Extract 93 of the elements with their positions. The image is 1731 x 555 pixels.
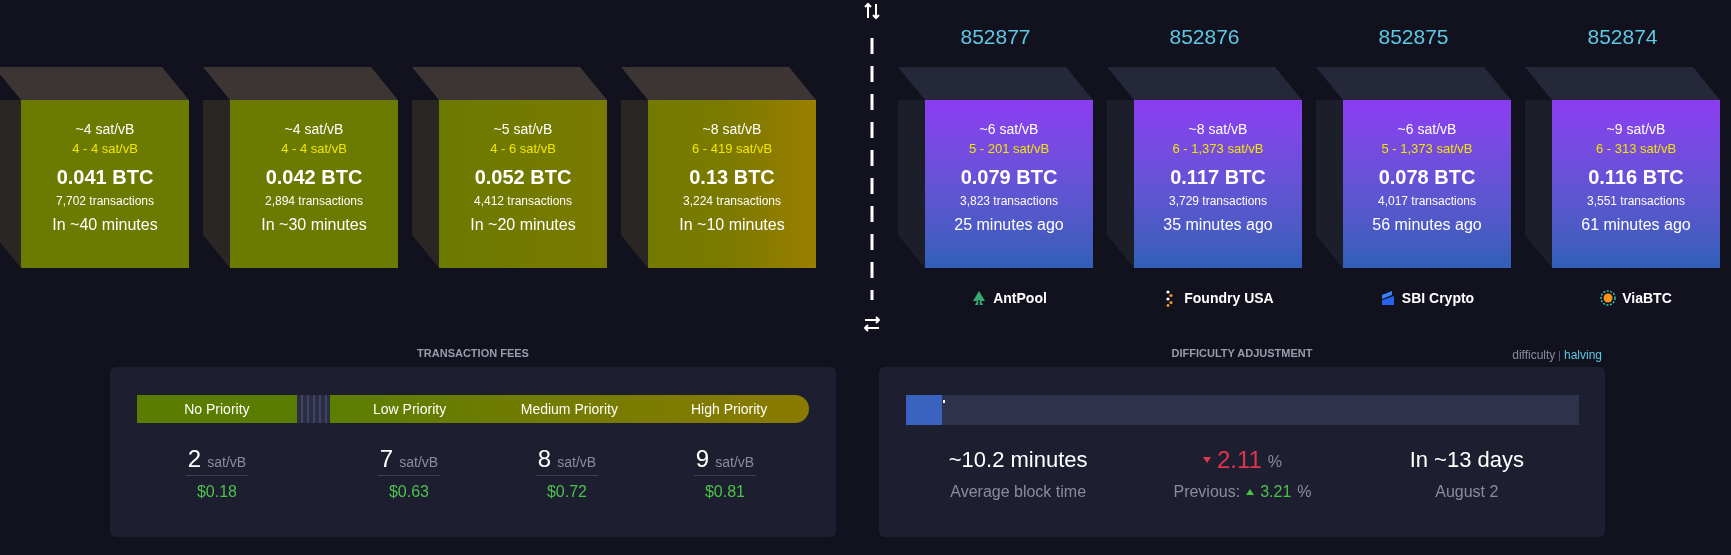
transaction-count: 3,551 transactions	[1586, 193, 1686, 209]
priority-label: Low Priority	[372, 399, 448, 419]
fee-usd: $0.18	[196, 482, 237, 502]
block-total: 0.078 BTC	[1378, 165, 1476, 189]
block-time: 56 minutes ago	[1372, 215, 1482, 235]
block-face[interactable]: ~5 sat/vB 4 - 6 sat/vB 0.052 BTC 4,412 transactions In ~20 minutes	[439, 100, 607, 268]
transaction-count: 3,224 transactions	[682, 193, 782, 209]
striped-gap-drawing	[296, 395, 330, 423]
fee-unit: sat/vB	[715, 453, 755, 472]
fee-range: 5 - 201 sat/vB	[968, 140, 1050, 158]
stat-value: ~10.2 minutes	[948, 446, 1088, 474]
fee-range: 4 - 4 sat/vB	[281, 140, 347, 158]
block-time: In ~10 minutes	[679, 215, 785, 235]
fee-value: 9	[695, 445, 710, 473]
fee-unit: sat/vB	[399, 453, 439, 472]
wing-icon	[1379, 290, 1396, 307]
progress-marker	[943, 400, 946, 403]
transaction-count: 3,729 transactions	[1168, 193, 1268, 209]
transaction-count: 4,017 transactions	[1377, 193, 1477, 209]
block-total: 0.117 BTC	[1170, 165, 1266, 189]
priority-bar-segment: No Priority	[137, 395, 297, 423]
fee-median: ~5 sat/vB	[493, 120, 553, 138]
stat-label: Average block time	[950, 482, 1087, 502]
fee-median: ~4 sat/vB	[284, 120, 344, 138]
fee-median: ~9 sat/vB	[1606, 120, 1666, 138]
fee-range: 4 - 6 sat/vB	[490, 140, 556, 158]
fee-range: 6 - 419 sat/vB	[691, 140, 773, 158]
block-total: 0.116 BTC	[1588, 165, 1684, 189]
transaction-count: 3,823 transactions	[959, 193, 1059, 209]
block-total: 0.042 BTC	[265, 165, 363, 189]
coin-icon	[1600, 290, 1617, 307]
tab-link[interactable]: difficulty	[1512, 346, 1556, 364]
previous-label: Previous:	[1173, 482, 1241, 502]
block-face[interactable]: ~9 sat/vB 6 - 313 sat/vB 0.116 BTC 3,551 transactions 61 minutes ago	[1552, 100, 1720, 268]
fee-median: ~8 sat/vB	[1188, 120, 1248, 138]
fee-value: 8	[537, 445, 552, 473]
priority-label: Medium Priority	[519, 399, 619, 419]
stat-value: In ~13 days	[1409, 446, 1524, 474]
block-height[interactable]: 852875	[1378, 24, 1449, 50]
section-title: DIFFICULTY ADJUSTMENT	[1171, 346, 1313, 362]
block-face[interactable]: ~4 sat/vB 4 - 4 sat/vB 0.042 BTC 2,894 transactions In ~30 minutes	[230, 100, 398, 268]
block-height[interactable]: 852876	[1169, 24, 1240, 50]
block-time: In ~20 minutes	[470, 215, 576, 235]
fee-usd: $0.72	[546, 482, 587, 502]
fee-range: 4 - 4 sat/vB	[72, 140, 138, 158]
block-height[interactable]: 852874	[1587, 24, 1658, 50]
fee-value: 2	[187, 445, 202, 473]
pool-name[interactable]: SBI Crypto	[1401, 288, 1475, 309]
block-face[interactable]: ~8 sat/vB 6 - 1,373 sat/vB 0.117 BTC 3,729 transactions 35 minutes ago	[1134, 100, 1302, 268]
fee-median: ~6 sat/vB	[979, 120, 1039, 138]
pool-name[interactable]: AntPool	[993, 288, 1047, 309]
tab-link[interactable]: halving	[1563, 346, 1602, 364]
fee-unit: sat/vB	[557, 453, 597, 472]
fee-range: 6 - 313 sat/vB	[1595, 140, 1677, 158]
pool-name[interactable]: Foundry USA	[1184, 288, 1274, 309]
block-height[interactable]: 852877	[960, 24, 1031, 50]
percent-unit: %	[1297, 482, 1312, 502]
transaction-count: 4,412 transactions	[473, 193, 573, 209]
block-time: 35 minutes ago	[1163, 215, 1273, 235]
change-value: 2.11	[1216, 445, 1262, 475]
section-title: TRANSACTION FEES	[417, 346, 529, 362]
stat-label: August 2	[1435, 482, 1499, 502]
transaction-count: 2,894 transactions	[264, 193, 364, 209]
block-time: 25 minutes ago	[954, 215, 1064, 235]
pool-name[interactable]: ViaBTC	[1622, 288, 1672, 309]
fee-range: 5 - 1,373 sat/vB	[1381, 140, 1473, 158]
fee-range: 6 - 1,373 sat/vB	[1172, 140, 1264, 158]
fee-usd: $0.63	[388, 482, 429, 502]
fee-usd: $0.81	[704, 482, 745, 502]
swap-vertical-icon[interactable]	[864, 2, 880, 20]
block-face[interactable]: ~6 sat/vB 5 - 201 sat/vB 0.079 BTC 3,823 transactions 25 minutes ago	[925, 100, 1093, 268]
previous-value: 3.21	[1260, 482, 1292, 502]
block-total: 0.13 BTC	[689, 165, 775, 189]
block-time: 61 minutes ago	[1581, 215, 1691, 235]
fee-median: ~4 sat/vB	[75, 120, 135, 138]
transaction-count: 7,702 transactions	[55, 193, 155, 209]
block-total: 0.041 BTC	[56, 165, 154, 189]
block-total: 0.079 BTC	[960, 165, 1058, 189]
fee-unit: sat/vB	[207, 453, 247, 472]
percent-unit: %	[1267, 452, 1283, 472]
fee-value: 7	[379, 445, 394, 473]
tree-icon	[971, 290, 988, 307]
fee-median: ~8 sat/vB	[702, 120, 762, 138]
link-separator: |	[1558, 348, 1561, 363]
swap-horizontal-icon[interactable]	[863, 316, 881, 332]
block-face[interactable]: ~6 sat/vB 5 - 1,373 sat/vB 0.078 BTC 4,017 transactions 56 minutes ago	[1343, 100, 1511, 268]
fee-median: ~6 sat/vB	[1397, 120, 1457, 138]
block-face[interactable]: ~4 sat/vB 4 - 4 sat/vB 0.041 BTC 7,702 transactions In ~40 minutes	[21, 100, 189, 268]
block-time: In ~30 minutes	[261, 215, 367, 235]
block-total: 0.052 BTC	[474, 165, 572, 189]
priority-label: High Priority	[690, 399, 769, 419]
block-time: In ~40 minutes	[52, 215, 158, 235]
block-face[interactable]: ~8 sat/vB 6 - 419 sat/vB 0.13 BTC 3,224 transactions In ~10 minutes	[648, 100, 816, 268]
